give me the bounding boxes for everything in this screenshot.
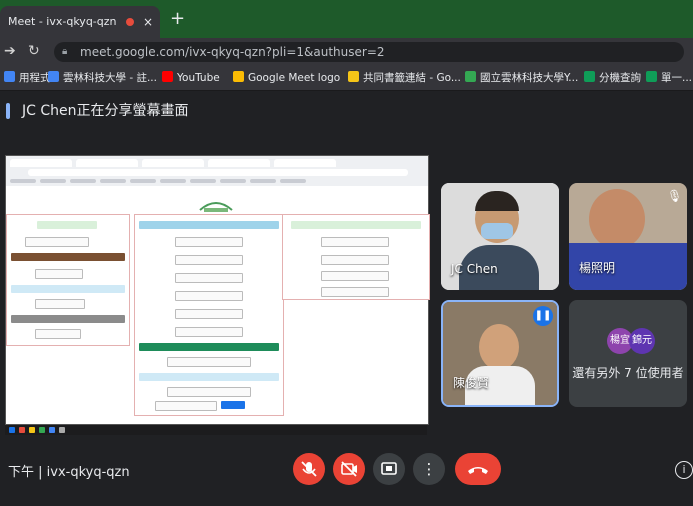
recording-dot-icon — [126, 18, 134, 26]
bookmark-favicon-icon — [584, 71, 595, 82]
shared-screen — [5, 155, 430, 425]
bookmark-favicon-icon — [348, 71, 359, 82]
mic-off-icon: 🎙︎ — [667, 189, 683, 203]
bookmark-item[interactable]: 用程式 — [4, 70, 51, 86]
mic-toggle-button[interactable] — [293, 453, 325, 485]
url-text: meet.google.com/ivx-qkyq-qzn?pli=1&authu… — [80, 45, 385, 59]
call-end-icon — [468, 467, 488, 474]
participant-tile[interactable]: 🎙︎ 楊照明 — [569, 183, 687, 290]
bookmark-favicon-icon — [233, 71, 244, 82]
bookmark-label: 國立雲林科技大學Y... — [480, 72, 579, 84]
bookmark-label: Google Meet logo — [248, 72, 341, 84]
others-tile[interactable]: 楊宜 錦元 還有另外 7 位使用者 — [569, 300, 687, 407]
bookmarks-bar: 用程式 雲林科技大學 - 註... YouTube Google Meet logo 共… — [0, 66, 693, 91]
shared-browser-chrome — [6, 156, 428, 186]
participant-name: 楊照明 — [579, 261, 616, 275]
meet-stage: JC Chen正在分享螢幕畫面 JC Chen 🎙︎ 楊照明 ❚❚ 陳俊賢 楊宜… — [0, 91, 693, 506]
shared-column-left — [6, 214, 130, 346]
mic-off-icon — [301, 461, 317, 477]
bookmark-item[interactable]: Google Meet logo — [233, 70, 340, 86]
bookmark-label: 單一... — [661, 72, 693, 84]
meeting-code: 下午 | ivx-qkyq-qzn — [8, 465, 130, 480]
new-tab-button[interactable]: + — [170, 8, 185, 29]
site-logo-icon — [199, 202, 233, 212]
browser-tab-bar: Meet - ivx-qkyq-qzn × + — [0, 0, 693, 40]
bookmark-item[interactable]: 國立雲林科技大學Y... — [465, 70, 578, 86]
participant-face — [479, 324, 519, 370]
bookmark-favicon-icon — [646, 71, 657, 82]
speaking-indicator-icon: ❚❚ — [533, 306, 553, 326]
shared-column-middle — [134, 214, 284, 416]
camera-toggle-button[interactable] — [333, 453, 365, 485]
participant-tile[interactable]: JC Chen — [441, 183, 559, 290]
meeting-info-button[interactable]: i — [675, 461, 693, 479]
participant-tile-active[interactable]: ❚❚ 陳俊賢 — [441, 300, 559, 407]
tab-title: Meet - ivx-qkyq-qzn — [8, 15, 117, 28]
bookmark-favicon-icon — [162, 71, 173, 82]
bookmark-item[interactable]: 共同書籤連結 - Go... — [348, 70, 461, 86]
bookmark-item[interactable]: 分機查詢 — [584, 70, 641, 86]
participant-name: JC Chen — [451, 262, 498, 276]
shared-column-right — [282, 214, 430, 300]
bookmark-item[interactable]: 雲林科技大學 - 註... — [48, 70, 157, 86]
bookmark-favicon-icon — [4, 71, 15, 82]
camera-off-icon — [341, 461, 357, 477]
others-count-label: 還有另外 7 位使用者 — [572, 366, 684, 380]
presenting-text: JC Chen正在分享螢幕畫面 — [22, 103, 189, 119]
bookmark-label: 用程式 — [19, 72, 51, 84]
browser-tab[interactable]: Meet - ivx-qkyq-qzn × — [0, 6, 160, 38]
bookmark-label: YouTube — [177, 72, 220, 84]
participant-face — [589, 189, 645, 249]
reload-icon[interactable]: ↻ — [28, 43, 40, 59]
forward-icon[interactable]: ➔ — [4, 43, 16, 59]
lock-icon: 🔒︎ — [62, 46, 68, 57]
bookmark-label: 分機查詢 — [599, 72, 641, 84]
shared-taskbar — [5, 425, 427, 435]
photo-frame: Meet - ivx-qkyq-qzn × + ➔ ↻ 🔒︎ meet.goog… — [0, 0, 693, 506]
avatar: 錦元 — [629, 328, 655, 354]
more-vert-icon: ⋮ — [421, 460, 437, 478]
participant-name: 陳俊賢 — [453, 376, 490, 390]
presenting-banner: JC Chen正在分享螢幕畫面 — [0, 91, 693, 131]
present-button[interactable] — [373, 453, 405, 485]
present-screen-icon — [381, 462, 397, 475]
bookmark-label: 雲林科技大學 - 註... — [63, 72, 157, 84]
bookmark-favicon-icon — [48, 71, 59, 82]
bookmark-item[interactable]: YouTube — [162, 70, 220, 86]
bookmark-favicon-icon — [465, 71, 476, 82]
omnibox[interactable]: 🔒︎ meet.google.com/ivx-qkyq-qzn?pli=1&au… — [54, 42, 684, 62]
address-row: ➔ ↻ 🔒︎ meet.google.com/ivx-qkyq-qzn?pli=… — [0, 38, 693, 66]
more-options-button[interactable]: ⋮ — [413, 453, 445, 485]
bookmark-label: 共同書籤連結 - Go... — [363, 72, 461, 84]
bookmark-item[interactable]: 單一... — [646, 70, 692, 86]
presenting-indicator-icon — [6, 103, 10, 119]
leave-call-button[interactable] — [455, 453, 501, 485]
tab-close-icon[interactable]: × — [143, 6, 153, 38]
